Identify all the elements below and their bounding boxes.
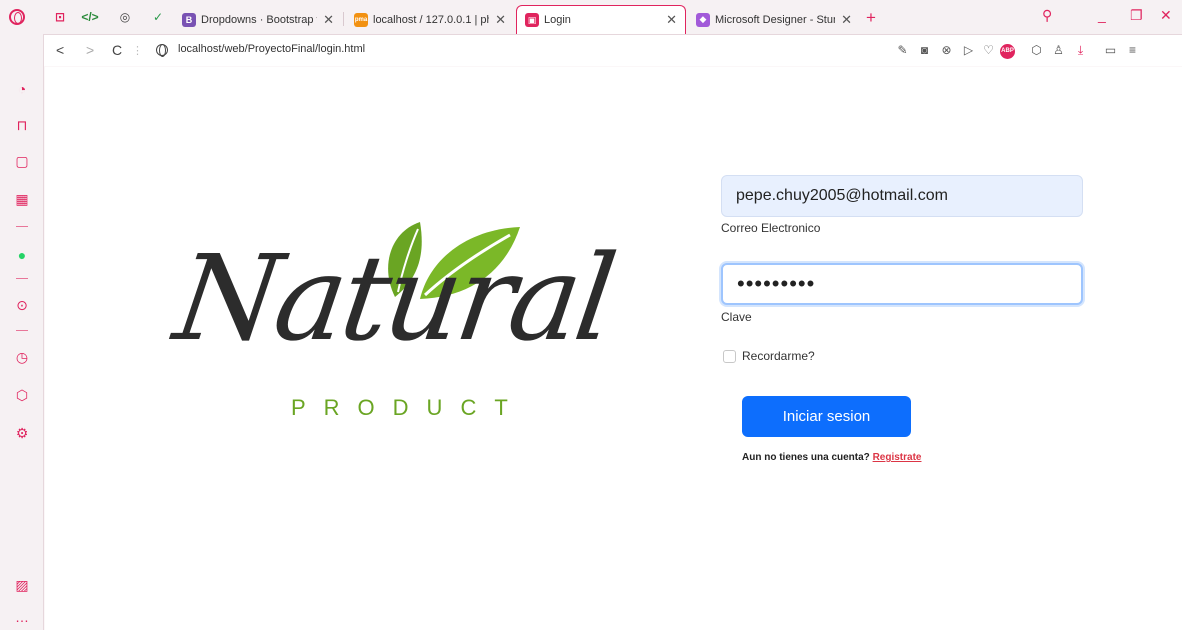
bootstrap-icon: B [182,12,196,27]
tab-title: localhost / 127.0.0.1 | phpMyAdmin [373,13,489,26]
restore-icon[interactable]: ❐ [1130,7,1143,24]
bag-icon[interactable]: ⊓ [13,116,31,134]
password-input[interactable]: ••••••••• [721,263,1083,305]
cube-icon[interactable]: ⬡ [1030,44,1043,57]
shield-check-icon[interactable]: ✓ [150,9,166,25]
tab-title: Dropdowns · Bootstrap v5.3 [201,13,317,26]
tab-login[interactable]: ▣ Login ✕ [516,5,686,34]
page-content: Natural PRODUCT pepe.chuy2005@hotmail.co… [45,67,1182,630]
sidebar-divider [16,330,28,331]
close-window-icon[interactable]: ✕ [1160,7,1172,24]
block-icon[interactable]: ⊗ [940,44,953,57]
ai-chip-icon[interactable]: ▦ [13,190,31,208]
tab-bar: ⊡ </> ◎ ✓ B Dropdowns · Bootstrap v5.3 ✕… [0,0,1182,34]
login-button[interactable]: Iniciar sesion [742,396,911,437]
close-icon[interactable]: ✕ [323,12,334,28]
camera-icon[interactable]: ◙ [918,44,931,57]
battery-icon[interactable]: ▭ [1104,44,1117,57]
sidebar-divider [16,226,28,227]
close-icon[interactable]: ✕ [495,12,506,28]
sidebar: ◔ ⊓ ▢ ▦ ● ⊙ ◷ ⬡ ⚙ ▨ … [0,34,44,630]
browser-window: ⊡ </> ◎ ✓ B Dropdowns · Bootstrap v5.3 ✕… [0,0,1182,630]
twitch-icon[interactable]: ▢ [13,152,31,170]
email-label: Correo Electronico [721,221,821,235]
adblock-icon[interactable]: ABP [1000,44,1015,59]
code-icon[interactable]: </> [81,9,98,25]
divider-icon: ⋮ [132,45,143,57]
tab-microsoft-designer[interactable]: ◆ Microsoft Designer - Stunning designs … [688,5,860,34]
signup-prompt-text: Aun no tienes una cuenta? [742,452,870,463]
signup-prompt: Aun no tienes una cuenta? Registrate [742,452,921,463]
history-icon[interactable]: ◷ [13,348,31,366]
close-icon[interactable]: ✕ [841,12,852,28]
tab-bootstrap[interactable]: B Dropdowns · Bootstrap v5.3 ✕ [174,5,342,34]
phpmyadmin-icon: pma [354,12,368,27]
login-page-icon: ▣ [525,13,539,27]
remember-checkbox[interactable] [723,350,736,363]
more-icon[interactable]: … [13,608,31,626]
speed-dial-icon[interactable]: ◔ [13,80,31,98]
tab-title: Login [544,14,571,26]
profile-icon[interactable]: ♙ [1052,44,1065,57]
sidebar-divider [16,278,28,279]
tab-title: Microsoft Designer - Stunning designs [715,13,835,26]
tab-divider [343,12,344,26]
player-icon[interactable]: ⊙ [13,296,31,314]
natural-product-logo: Natural PRODUCT [165,207,620,447]
minimize-icon[interactable]: _ [1098,7,1106,23]
menu-icon[interactable]: ≡ [1126,44,1139,57]
address-bar: < > C ⋮ localhost/web/ProyectoFinal/logi… [44,34,1182,66]
reload-icon[interactable]: C [112,42,122,58]
settings-gear-icon[interactable]: ⚙ [13,424,31,442]
extensions-cube-icon[interactable]: ⬡ [13,386,31,404]
whatsapp-icon[interactable]: ● [13,246,31,264]
send-icon[interactable]: ▷ [962,44,975,57]
close-icon[interactable]: ✕ [666,12,677,28]
password-label: Clave [721,310,752,324]
game-controller-icon[interactable]: ⊡ [52,9,68,25]
gallery-icon[interactable]: ▨ [13,576,31,594]
chatgpt-icon[interactable]: ◎ [117,9,133,25]
download-icon[interactable]: ⤓ [1074,44,1087,57]
url-text[interactable]: localhost/web/ProyectoFinal/login.html [178,43,365,55]
edit-icon[interactable]: ✎ [896,44,909,57]
logo-subtitle: PRODUCT [291,395,526,420]
search-icon[interactable]: ⚲ [1042,7,1052,24]
back-icon[interactable]: < [56,42,64,58]
opera-logo-icon[interactable] [9,9,25,25]
logo-script-text: Natural [167,229,621,367]
designer-icon: ◆ [696,12,710,27]
tab-phpmyadmin[interactable]: pma localhost / 127.0.0.1 | phpMyAdmin ✕ [346,5,514,34]
email-input[interactable]: pepe.chuy2005@hotmail.com [721,175,1083,217]
remember-label[interactable]: Recordarme? [742,349,815,363]
globe-icon[interactable] [156,44,168,57]
heart-icon[interactable]: ♡ [982,44,995,57]
forward-icon[interactable]: > [86,42,94,58]
new-tab-button[interactable]: + [866,8,876,28]
signup-link[interactable]: Registrate [873,452,922,463]
